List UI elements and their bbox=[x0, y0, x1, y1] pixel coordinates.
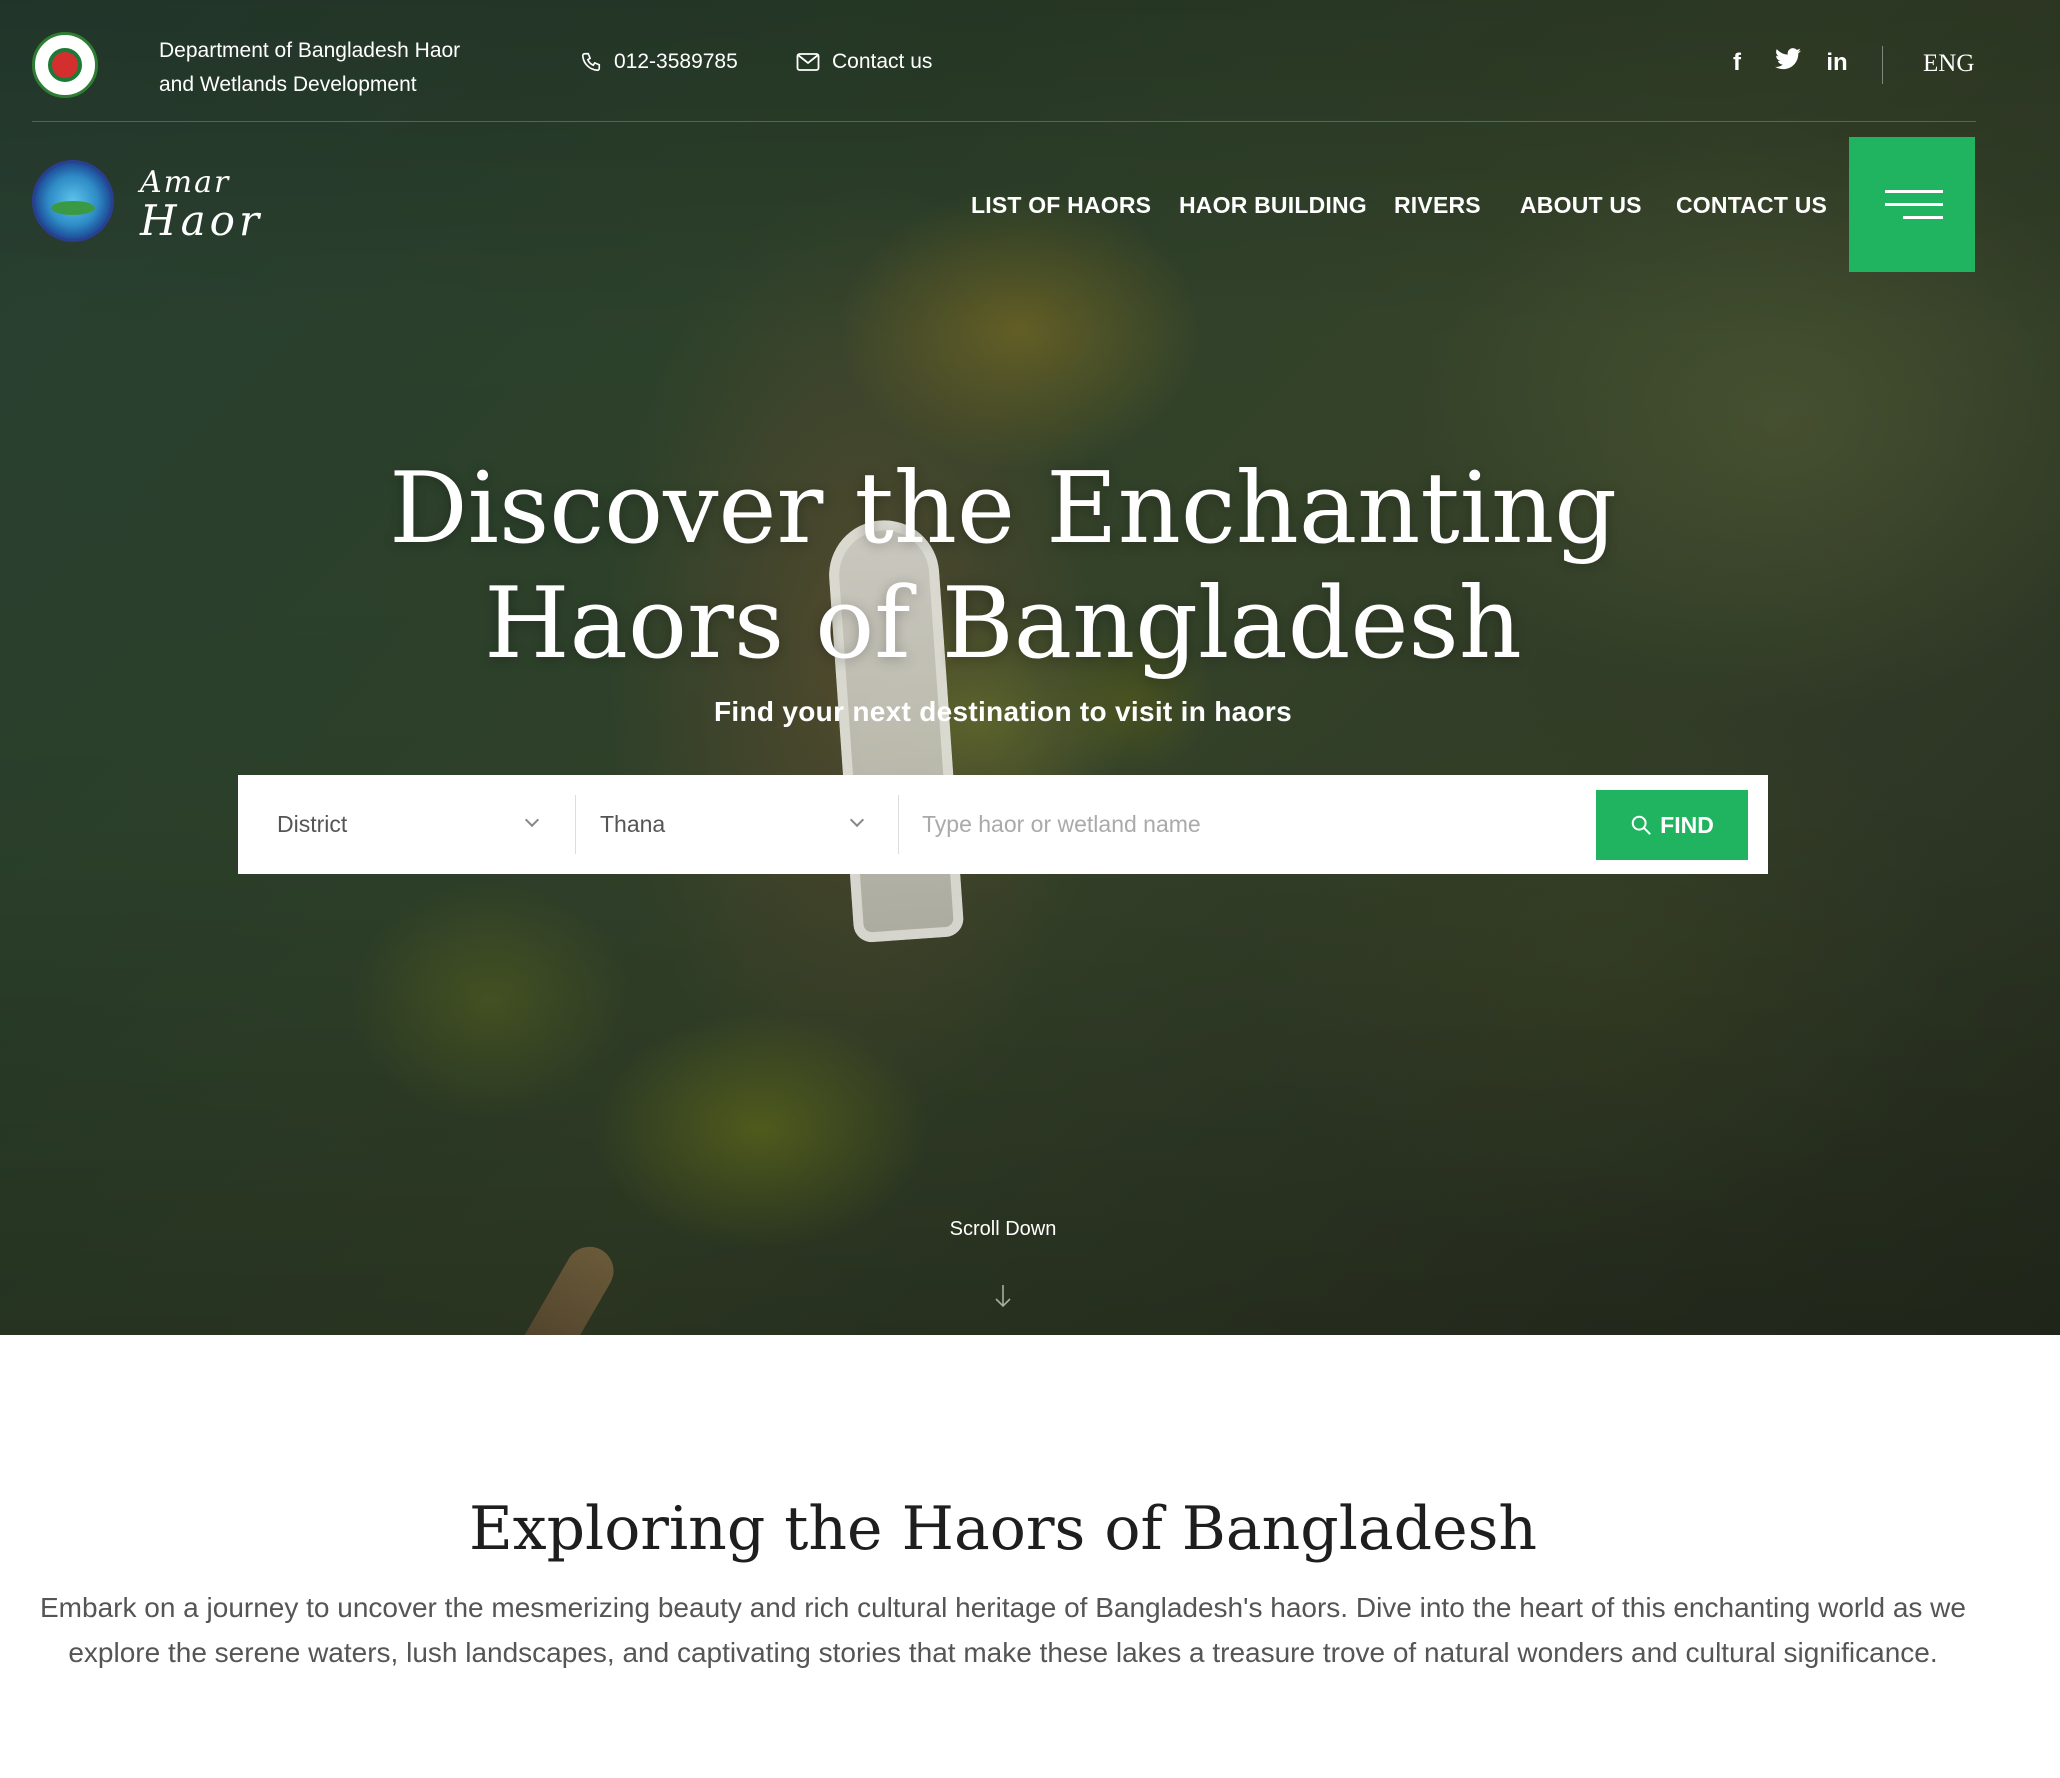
twitter-icon[interactable] bbox=[1775, 48, 1801, 77]
find-button-label: FIND bbox=[1660, 811, 1714, 838]
brand-line-1: Amar bbox=[140, 165, 231, 200]
government-emblem-logo bbox=[32, 32, 98, 98]
arrow-down-icon[interactable] bbox=[993, 1283, 1013, 1316]
social-links: f in bbox=[1725, 48, 1849, 77]
topbar-divider bbox=[1882, 46, 1883, 84]
hamburger-line bbox=[1885, 203, 1943, 206]
search-divider bbox=[898, 795, 899, 854]
phone-icon bbox=[581, 52, 601, 72]
phone-link[interactable]: 012-3589785 bbox=[580, 50, 738, 74]
hamburger-line bbox=[1903, 216, 1943, 219]
language-switcher[interactable]: ENG bbox=[1923, 50, 1974, 78]
thana-select-value: Thana bbox=[600, 811, 666, 837]
hero-subtitle: Find your next destination to visit in h… bbox=[714, 696, 1292, 727]
search-divider bbox=[575, 795, 576, 854]
thana-select[interactable]: Thana bbox=[600, 775, 880, 874]
hamburger-line bbox=[1885, 190, 1943, 193]
chevron-down-icon bbox=[524, 812, 540, 828]
haor-search-input[interactable] bbox=[920, 797, 1620, 852]
menu-toggle-button[interactable] bbox=[1849, 137, 1975, 272]
brand-wordmark[interactable]: Amar Haor bbox=[140, 168, 263, 242]
department-name: Department of Bangladesh Haor and Wetlan… bbox=[159, 39, 461, 96]
scroll-down-label[interactable]: Scroll Down bbox=[0, 1218, 2006, 1241]
facebook-icon[interactable]: f bbox=[1725, 49, 1749, 77]
nav-item-contact-us[interactable]: CONTACT US bbox=[1676, 192, 1827, 219]
search-icon bbox=[1631, 815, 1652, 835]
phone-number: 012-3589785 bbox=[614, 50, 738, 73]
envelope-icon bbox=[796, 53, 820, 71]
find-button[interactable]: FIND bbox=[1596, 790, 1748, 860]
nav-item-haor-building[interactable]: HAOR BUILDING bbox=[1179, 192, 1367, 219]
hero-title: Discover the Enchanting Haors of Banglad… bbox=[0, 452, 2006, 682]
section-description: Embark on a journey to uncover the mesme… bbox=[40, 1592, 1966, 1668]
district-select[interactable]: District bbox=[277, 775, 557, 874]
amar-haor-logo[interactable] bbox=[32, 160, 114, 242]
contact-us-label: Contact us bbox=[832, 50, 933, 73]
section-title: Exploring the Haors of Bangladesh bbox=[468, 1494, 1538, 1564]
nav-item-list-of-haors[interactable]: LIST OF HAORS bbox=[971, 192, 1151, 219]
district-select-value: District bbox=[277, 811, 348, 837]
nav-item-rivers[interactable]: RIVERS bbox=[1394, 192, 1481, 219]
linkedin-icon[interactable]: in bbox=[1825, 49, 1849, 77]
hero-section: Department of Bangladesh Haor and Wetlan… bbox=[0, 0, 2060, 1335]
brand-line-2: Haor bbox=[140, 196, 264, 245]
hero-title-line-1: Discover the Enchanting bbox=[389, 452, 1617, 566]
search-bar: District Thana FIND bbox=[238, 775, 1768, 874]
contact-us-link[interactable]: Contact us bbox=[796, 50, 932, 74]
hero-title-line-2: Haors of Bangladesh bbox=[484, 567, 1522, 681]
top-bar: Department of Bangladesh Haor and Wetlan… bbox=[32, 0, 1976, 122]
nav-item-about-us[interactable]: ABOUT US bbox=[1520, 192, 1642, 219]
